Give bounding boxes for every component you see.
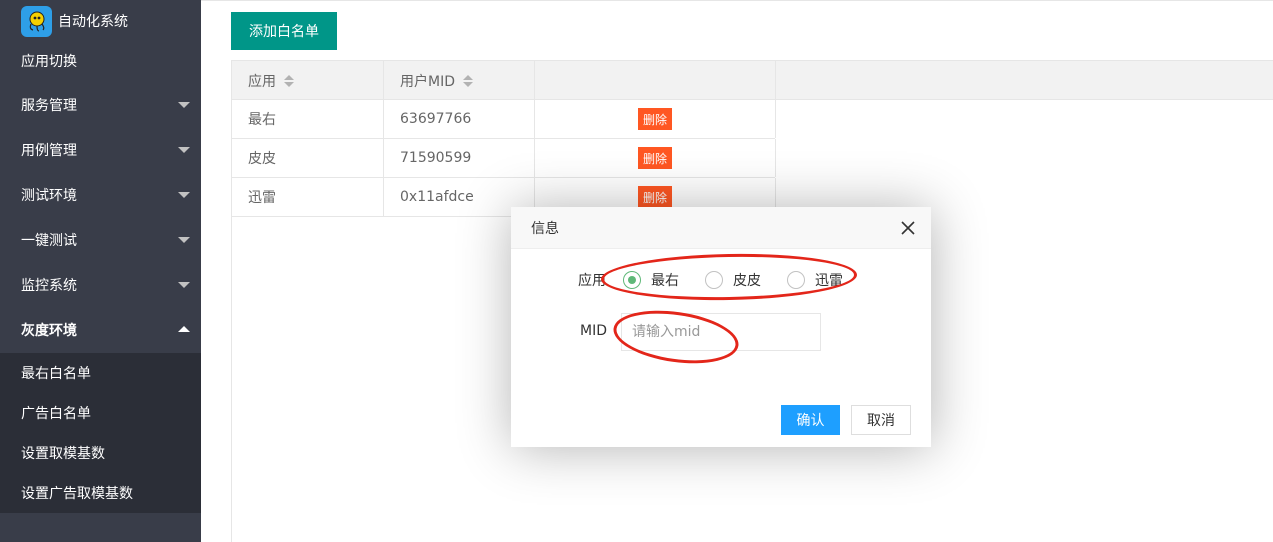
dialog-title: 信息 [531, 220, 559, 237]
chevron-down-icon [178, 237, 190, 243]
radio-unchecked-icon [705, 271, 723, 289]
cell-app: 皮皮 [232, 139, 384, 177]
add-whitelist-button[interactable]: 添加白名单 [231, 12, 337, 50]
sidebar-item-label: 测试环境 [21, 187, 77, 204]
sidebar-submenu: 最右白名单 广告白名单 设置取模基数 设置广告取模基数 [0, 353, 201, 513]
radio-pipi[interactable]: 皮皮 [705, 270, 761, 290]
radio-unchecked-icon [787, 271, 805, 289]
column-header-mid[interactable]: 用户MID [384, 61, 535, 100]
delete-button[interactable]: 删除 [638, 108, 672, 130]
sort-icon[interactable] [463, 74, 473, 87]
sidebar-item-label: 用例管理 [21, 142, 77, 159]
app-title: 自动化系统 [58, 14, 128, 30]
sidebar-item-label: 服务管理 [21, 97, 77, 114]
sidebar-item-label: 一键测试 [21, 232, 77, 249]
sidebar-subitem-label: 设置取模基数 [21, 446, 105, 462]
confirm-button[interactable]: 确认 [781, 405, 840, 435]
column-header-label: 应用 [248, 73, 276, 90]
table-row: 皮皮 71590599 删除 [232, 139, 776, 178]
sidebar-item-test-environment[interactable]: 测试环境 [0, 172, 201, 217]
chevron-down-icon [178, 147, 190, 153]
mid-input[interactable] [621, 313, 821, 351]
dialog-header: 信息 [511, 207, 931, 249]
sidebar-item-gray-environment[interactable]: 灰度环境 [0, 307, 201, 352]
info-dialog: 信息 应用 最右 皮皮 迅雷 MID 确认 取消 [511, 207, 931, 447]
sidebar-subitem-label: 设置广告取模基数 [21, 486, 133, 502]
close-icon[interactable] [899, 219, 917, 237]
radio-label: 最右 [651, 273, 679, 289]
radio-label: 迅雷 [815, 273, 843, 289]
sidebar-subitem-label: 最右白名单 [21, 366, 91, 382]
sidebar-item-label: 灰度环境 [21, 322, 77, 339]
sidebar-subitem-ad-modulo-base[interactable]: 设置广告取模基数 [0, 473, 201, 513]
table-header: 应用 用户MID [232, 60, 1273, 100]
radio-checked-icon [623, 271, 641, 289]
column-header-app[interactable]: 应用 [232, 61, 384, 100]
column-header-action [535, 61, 776, 100]
sidebar: 自动化系统 应用切换 服务管理 用例管理 测试环境 一键测试 监控系统 灰度环境… [0, 0, 201, 542]
octopus-logo-icon [21, 5, 52, 37]
sidebar-subitem-modulo-base[interactable]: 设置取模基数 [0, 433, 201, 473]
delete-button[interactable]: 删除 [638, 147, 672, 169]
radio-label: 皮皮 [733, 273, 761, 289]
delete-button[interactable]: 删除 [638, 186, 672, 208]
brand: 自动化系统 [0, 0, 201, 42]
cell-action: 删除 [535, 100, 776, 138]
sidebar-subitem-zuiyou-whitelist[interactable]: 最右白名单 [0, 353, 201, 393]
column-header-label: 用户MID [400, 73, 455, 90]
chevron-up-icon [178, 326, 190, 332]
app-field-label: 应用 [578, 273, 606, 289]
sidebar-item-label: 应用切换 [21, 53, 77, 70]
chevron-down-icon [178, 192, 190, 198]
cell-action: 删除 [535, 139, 776, 177]
chevron-down-icon [178, 102, 190, 108]
cell-app: 最右 [232, 100, 384, 138]
sidebar-item-label: 监控系统 [21, 277, 77, 294]
chevron-down-icon [178, 282, 190, 288]
radio-xunlei[interactable]: 迅雷 [787, 270, 843, 290]
cancel-button[interactable]: 取消 [851, 405, 911, 435]
sidebar-item-service-management[interactable]: 服务管理 [0, 82, 201, 127]
sidebar-subitem-label: 广告白名单 [21, 406, 91, 422]
sidebar-item-case-management[interactable]: 用例管理 [0, 127, 201, 172]
sidebar-item-monitoring[interactable]: 监控系统 [0, 262, 201, 307]
table-row: 最右 63697766 删除 [232, 100, 776, 139]
sort-icon[interactable] [284, 74, 294, 87]
sidebar-subitem-ad-whitelist[interactable]: 广告白名单 [0, 393, 201, 433]
radio-zuiyou[interactable]: 最右 [623, 270, 679, 290]
cell-app: 迅雷 [232, 178, 384, 216]
sidebar-item-one-click-test[interactable]: 一键测试 [0, 217, 201, 262]
cell-mid: 63697766 [384, 100, 535, 138]
mid-field-label: MID [580, 323, 607, 339]
cell-mid: 71590599 [384, 139, 535, 177]
sidebar-item-app-switch[interactable]: 应用切换 [0, 38, 201, 83]
